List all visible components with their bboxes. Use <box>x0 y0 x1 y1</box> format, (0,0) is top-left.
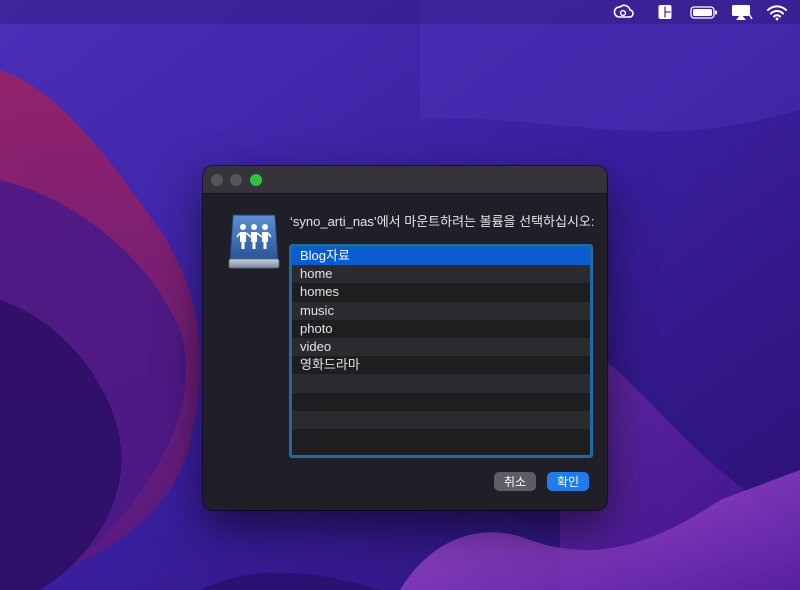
empty-row <box>292 393 590 411</box>
ok-button[interactable]: 확인 <box>547 472 589 491</box>
minimize-window-button[interactable] <box>230 174 242 186</box>
volume-list[interactable]: Blog자료 home homes music photo video 영화드라마 <box>289 244 593 458</box>
layout-icon[interactable] <box>657 3 673 21</box>
display-mirroring-icon[interactable] <box>731 3 753 21</box>
wifi-icon[interactable] <box>767 3 787 21</box>
dialog-prompt: ‘syno_arti_nas’에서 마운트하려는 볼륨을 선택하십시오: <box>290 214 595 229</box>
close-window-button[interactable] <box>211 174 223 186</box>
title-bar <box>203 166 607 194</box>
volume-item[interactable]: video <box>292 337 590 357</box>
creative-cloud-icon[interactable] <box>613 3 635 21</box>
cancel-button[interactable]: 취소 <box>494 472 536 491</box>
volume-item[interactable]: Blog자료 <box>292 247 590 266</box>
volume-item[interactable]: home <box>292 265 590 284</box>
zoom-window-button[interactable] <box>250 174 262 186</box>
empty-row <box>292 429 590 447</box>
shared-network-drive-icon <box>228 214 280 269</box>
empty-row <box>292 410 590 429</box>
battery-icon[interactable] <box>690 3 718 21</box>
select-volume-dialog: ‘syno_arti_nas’에서 마운트하려는 볼륨을 선택하십시오: Blo… <box>203 166 607 510</box>
volume-item[interactable]: music <box>292 301 590 320</box>
menu-bar <box>0 0 800 24</box>
desktop: ‘syno_arti_nas’에서 마운트하려는 볼륨을 선택하십시오: Blo… <box>0 0 800 590</box>
volume-item[interactable]: homes <box>292 283 590 301</box>
empty-row <box>292 374 590 393</box>
volume-item[interactable]: 영화드라마 <box>292 356 590 374</box>
volume-item[interactable]: photo <box>292 320 590 338</box>
